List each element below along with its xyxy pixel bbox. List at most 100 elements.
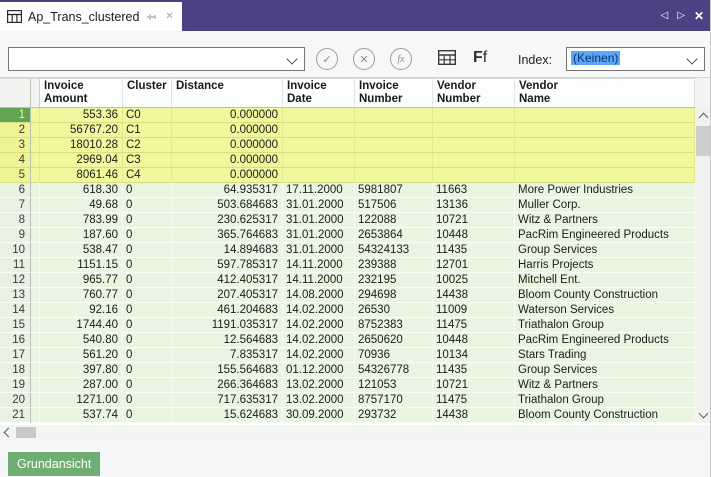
cell-invoice_date[interactable]	[283, 153, 355, 168]
cell-cluster[interactable]: C3	[123, 153, 172, 168]
cell-invoice_number[interactable]	[355, 108, 433, 123]
scroll-up-button[interactable]	[695, 108, 710, 124]
cell-invoice_date[interactable]: 14.11.2000	[283, 258, 355, 273]
cell-invoice_date[interactable]: 14.02.2000	[283, 318, 355, 333]
row-number[interactable]: 20	[0, 393, 31, 408]
column-header-vendor_number[interactable]: Vendor Number	[433, 79, 515, 107]
cell-distance[interactable]: 14.894683	[172, 243, 283, 258]
cell-invoice_number[interactable]: 293732	[355, 408, 433, 423]
cell-distance[interactable]: 266.364683	[172, 378, 283, 393]
cell-vendor_name[interactable]: Muller Corp.	[515, 198, 695, 213]
cell-vendor_name[interactable]: Witz & Partners	[515, 378, 695, 393]
cell-invoice_amount[interactable]: 1271.00	[40, 393, 123, 408]
tab-close-icon[interactable]: ✕	[165, 11, 173, 22]
row-number[interactable]: 15	[0, 318, 31, 333]
cell-invoice_date[interactable]: 13.02.2000	[283, 393, 355, 408]
row-number[interactable]: 16	[0, 333, 31, 348]
cell-invoice_number[interactable]	[355, 123, 433, 138]
cell-invoice_date[interactable]: 13.02.2000	[283, 378, 355, 393]
cell-invoice_date[interactable]: 30.09.2000	[283, 408, 355, 423]
cell-vendor_number[interactable]: 10448	[433, 228, 515, 243]
cell-distance[interactable]: 503.684683	[172, 198, 283, 213]
cell-cluster[interactable]: C1	[123, 123, 172, 138]
table-view-button[interactable]	[438, 50, 456, 65]
cell-invoice_amount[interactable]: 1744.40	[40, 318, 123, 333]
row-number[interactable]: 2	[0, 123, 31, 138]
cell-distance[interactable]: 1191.035317	[172, 318, 283, 333]
cell-vendor_number[interactable]	[433, 138, 515, 153]
cell-invoice_amount[interactable]: 618.30	[40, 183, 123, 198]
cell-invoice_amount[interactable]: 537.74	[40, 408, 123, 423]
column-header-invoice_number[interactable]: Invoice Number	[355, 79, 433, 107]
cell-distance[interactable]: 0.000000	[172, 123, 283, 138]
chevron-left-icon[interactable]	[3, 427, 14, 438]
cell-cluster[interactable]: 0	[123, 363, 172, 378]
cell-invoice_date[interactable]: 14.02.2000	[283, 333, 355, 348]
cell-invoice_date[interactable]	[283, 123, 355, 138]
cell-invoice_number[interactable]: 517506	[355, 198, 433, 213]
cell-invoice_amount[interactable]: 49.68	[40, 198, 123, 213]
cell-invoice_date[interactable]: 14.11.2000	[283, 273, 355, 288]
horizontal-scroll-thumb[interactable]	[16, 427, 36, 438]
cell-vendor_number[interactable]	[433, 108, 515, 123]
cell-vendor_name[interactable]: Triathalon Group	[515, 393, 695, 408]
cell-distance[interactable]: 717.635317	[172, 393, 283, 408]
cell-invoice_date[interactable]	[283, 168, 355, 183]
cell-vendor_name[interactable]: Harris Projects	[515, 258, 695, 273]
cell-vendor_number[interactable]: 11435	[433, 243, 515, 258]
column-header-invoice_amount[interactable]: Invoice Amount	[40, 79, 123, 107]
cell-invoice_date[interactable]: 14.02.2000	[283, 348, 355, 363]
row-number[interactable]: 6	[0, 183, 31, 198]
cell-invoice_amount[interactable]: 540.80	[40, 333, 123, 348]
cell-invoice_amount[interactable]: 287.00	[40, 378, 123, 393]
cell-invoice_number[interactable]: 2653864	[355, 228, 433, 243]
row-number[interactable]: 12	[0, 273, 31, 288]
row-number[interactable]: 21	[0, 408, 31, 423]
cell-cluster[interactable]: 0	[123, 303, 172, 318]
vertical-scroll-track[interactable]	[695, 156, 710, 407]
horizontal-scrollbar[interactable]	[0, 425, 710, 440]
cell-vendor_name[interactable]: More Power Industries	[515, 183, 695, 198]
cell-distance[interactable]: 365.764683	[172, 228, 283, 243]
row-number[interactable]: 7	[0, 198, 31, 213]
column-header-invoice_date[interactable]: Invoice Date	[283, 79, 355, 107]
cell-invoice_amount[interactable]: 760.77	[40, 288, 123, 303]
chevron-down-icon[interactable]	[286, 53, 298, 65]
row-number[interactable]: 5	[0, 168, 31, 183]
cell-invoice_number[interactable]: 294698	[355, 288, 433, 303]
index-combobox[interactable]: (Keinen)	[566, 47, 705, 71]
cell-invoice_number[interactable]: 122088	[355, 213, 433, 228]
cell-invoice_amount[interactable]: 561.20	[40, 348, 123, 363]
cell-vendor_number[interactable]: 10025	[433, 273, 515, 288]
cell-invoice_amount[interactable]: 92.16	[40, 303, 123, 318]
cell-vendor_number[interactable]: 11663	[433, 183, 515, 198]
cell-vendor_number[interactable]	[433, 123, 515, 138]
cell-cluster[interactable]: 0	[123, 243, 172, 258]
cell-distance[interactable]: 0.000000	[172, 108, 283, 123]
cell-vendor_name[interactable]: PacRim Engineered Products	[515, 333, 695, 348]
view-tab-grundansicht[interactable]: Grundansicht	[8, 452, 101, 476]
column-header-cluster[interactable]: Cluster	[123, 79, 172, 107]
row-number[interactable]: 4	[0, 153, 31, 168]
cell-invoice_amount[interactable]: 56767.20	[40, 123, 123, 138]
cell-vendor_name[interactable]: Group Services	[515, 363, 695, 378]
cell-distance[interactable]: 155.564683	[172, 363, 283, 378]
nav-left-icon[interactable]: ◁	[661, 10, 669, 21]
cell-cluster[interactable]: C4	[123, 168, 172, 183]
cell-invoice_number[interactable]: 239388	[355, 258, 433, 273]
apply-button[interactable]: ✓	[316, 48, 338, 70]
nav-right-icon[interactable]: ▷	[677, 10, 685, 21]
cell-cluster[interactable]: 0	[123, 318, 172, 333]
cell-vendor_name[interactable]: Mitchell Ent.	[515, 273, 695, 288]
cell-invoice_date[interactable]	[283, 108, 355, 123]
cell-invoice_amount[interactable]: 18010.28	[40, 138, 123, 153]
cell-vendor_name[interactable]: Waterson Services	[515, 303, 695, 318]
cell-invoice_amount[interactable]: 553.36	[40, 108, 123, 123]
vertical-scroll-thumb[interactable]	[696, 126, 710, 156]
cell-invoice_amount[interactable]: 397.80	[40, 363, 123, 378]
cell-distance[interactable]: 230.625317	[172, 213, 283, 228]
row-number[interactable]: 17	[0, 348, 31, 363]
cell-vendor_number[interactable]: 13136	[433, 198, 515, 213]
row-number[interactable]: 1	[0, 108, 31, 123]
cell-vendor_number[interactable]	[433, 153, 515, 168]
